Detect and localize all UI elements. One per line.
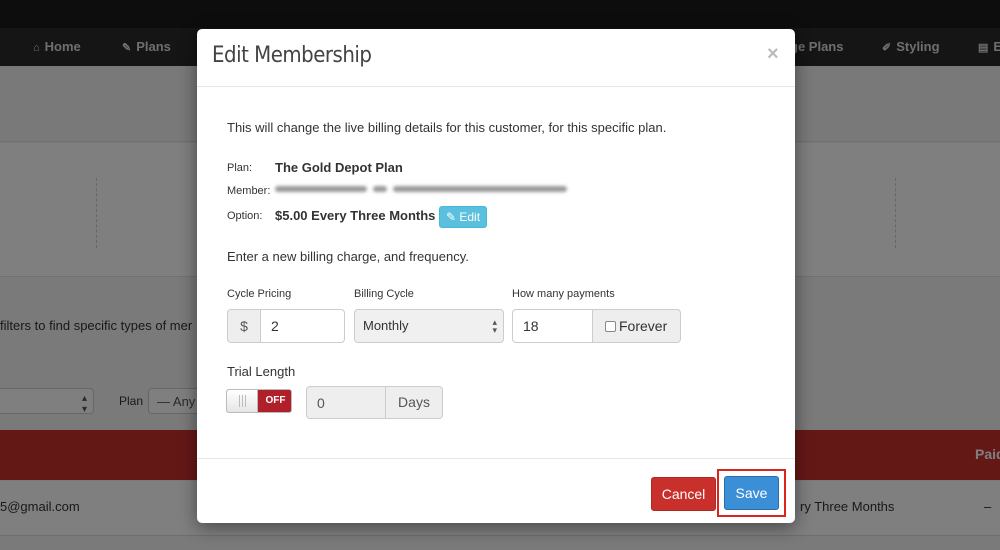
member-value-blurred [275, 183, 567, 195]
payments-count-input[interactable] [512, 309, 593, 343]
plan-label: Plan: [227, 162, 253, 174]
edit-option-label: Edit [459, 210, 481, 224]
billing-cycle-select[interactable]: Monthly ▴ ▾ [354, 309, 504, 343]
toggle-knob [227, 390, 258, 412]
updown-arrow-icon: ▴▾ [492, 317, 497, 335]
option-value: $5.00 Every Three Months [275, 208, 436, 223]
modal-header: Edit Membership × [197, 29, 795, 87]
member-label: Member: [227, 185, 271, 197]
plan-value: The Gold Depot Plan [275, 160, 403, 175]
payments-label: How many payments [512, 288, 615, 300]
billing-instructions: Enter a new billing charge, and frequenc… [227, 249, 469, 264]
trial-length-input[interactable] [306, 386, 386, 419]
modal-footer: Cancel Save [197, 458, 795, 523]
billing-cycle-label: Billing Cycle [354, 288, 414, 300]
billing-cycle-value: Monthly [363, 318, 409, 333]
edit-icon: ✎ [445, 210, 457, 224]
trial-length-label: Trial Length [227, 364, 296, 379]
forever-label: Forever [619, 318, 668, 334]
intro-text: This will change the live billing detail… [227, 120, 667, 135]
option-label: Option: [227, 210, 263, 222]
cycle-pricing-label: Cycle Pricing [227, 288, 292, 300]
forever-checkbox[interactable] [605, 321, 616, 332]
cancel-button[interactable]: Cancel [651, 477, 716, 511]
trial-toggle-switch[interactable]: OFF [226, 389, 292, 413]
forever-addon[interactable]: Forever [592, 309, 681, 343]
trial-days-addon: Days [385, 386, 443, 419]
toggle-state-label: OFF [265, 395, 286, 406]
cycle-pricing-input[interactable] [260, 309, 345, 343]
edit-membership-modal: Edit Membership × This will change the l… [197, 29, 795, 523]
edit-option-button[interactable]: ✎ Edit [439, 206, 487, 228]
currency-addon: $ [227, 309, 261, 343]
save-button[interactable]: Save [724, 476, 779, 510]
modal-title: Edit Membership [212, 43, 372, 68]
close-icon[interactable]: × [767, 43, 779, 66]
